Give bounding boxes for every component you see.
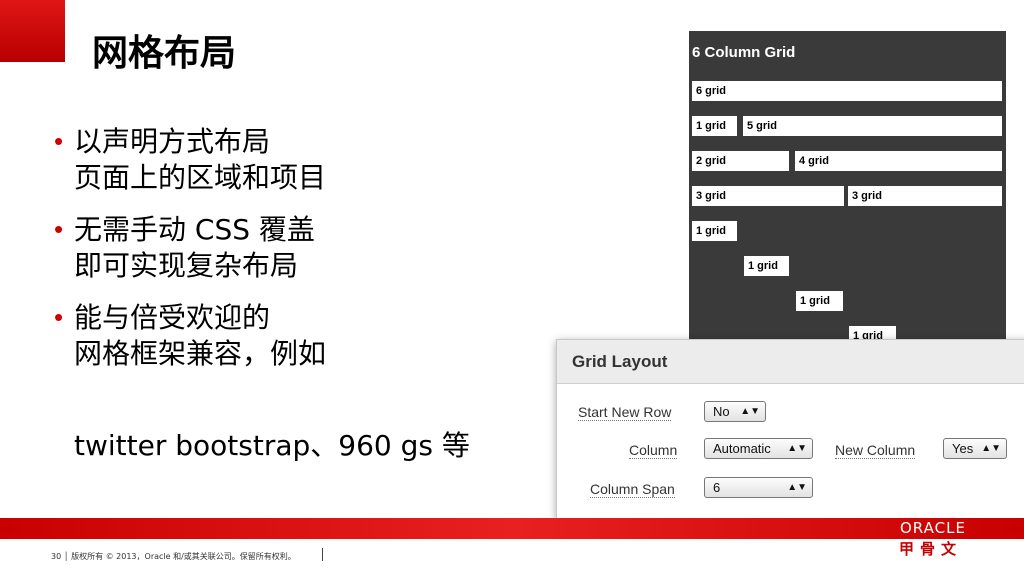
bullet-line: 无需手动 CSS 覆盖 [74,213,315,246]
corner-accent-block [0,0,65,62]
bullet-dot-icon: • [54,214,64,244]
grid-cell: 3 grid [848,186,1002,206]
grid-cell: 2 grid [692,151,789,171]
new-column-select[interactable]: Yes ▲▼ [943,438,1007,459]
grid-cell: 1 grid [692,116,737,136]
grid-cell: 3 grid [692,186,844,206]
column-span-select[interactable]: 6 ▲▼ [704,477,813,498]
bullet-line: 能与倍受欢迎的 [74,301,271,334]
slide-title: 网格布局 [92,33,237,74]
grid-cell: 4 grid [795,151,1002,171]
column-span-value: 6 [713,480,721,495]
column-select[interactable]: Automatic ▲▼ [704,438,813,459]
grid-demo-panel: 6 Column Grid 6 grid 1 grid 5 grid 2 gri… [689,31,1006,351]
bullet-item: • 能与倍受欢迎的 网格框架兼容，例如 [54,300,524,372]
column-span-label: Column Span [590,481,675,498]
bullet-item: • 以声明方式布局 页面上的区域和项目 [54,124,524,196]
grid-demo-title: 6 Column Grid [692,44,796,61]
select-arrows-icon: ▲▼ [787,482,807,493]
oracle-logo: ORACLE [900,519,966,537]
grid-cell: 1 grid [692,221,737,241]
start-new-row-label: Start New Row [578,404,672,421]
select-arrows-icon: ▲▼ [981,443,1001,454]
footer-separator [322,548,323,561]
dialog-header: Grid Layout [557,340,1024,384]
column-value: Automatic [713,441,771,456]
bullet-item: • 无需手动 CSS 覆盖 即可实现复杂布局 [54,212,524,284]
new-column-label: New Column [835,442,916,459]
bullet-extra-line: twitter bootstrap、960 gs 等 [74,429,470,462]
grid-cell: 5 grid [743,116,1002,136]
start-new-row-select[interactable]: No ▲▼ [704,401,766,422]
bullet-list: • 以声明方式布局 页面上的区域和项目 • 无需手动 CSS 覆盖 即可实现复杂… [54,124,524,388]
oracle-logo-chinese: 甲骨文 [899,540,963,558]
grid-layout-dialog: Grid Layout Start New Row No ▲▼ Column A… [556,339,1024,519]
bullet-line: 页面上的区域和项目 [74,161,327,194]
bullet-dot-icon: • [54,302,64,332]
bullet-line: 即可实现复杂布局 [74,249,299,282]
select-arrows-icon: ▲▼ [787,443,807,454]
start-new-row-value: No [713,404,730,419]
footer-red-band [0,518,1024,539]
grid-cell: 1 grid [796,291,843,311]
dialog-title: Grid Layout [572,352,668,371]
grid-cell: 1 grid [744,256,789,276]
bullet-dot-icon: • [54,126,64,156]
bullet-line: 以声明方式布局 [74,125,271,158]
copyright-footer: 30 │ 版权所有 © 2013，Oracle 和/或其关联公司。保留所有权利。 [51,552,296,561]
bullet-line: 网格框架兼容，例如 [74,337,327,370]
column-label: Column [629,442,678,459]
grid-cell: 6 grid [692,81,1002,101]
new-column-value: Yes [952,441,974,456]
select-arrows-icon: ▲▼ [740,406,760,417]
